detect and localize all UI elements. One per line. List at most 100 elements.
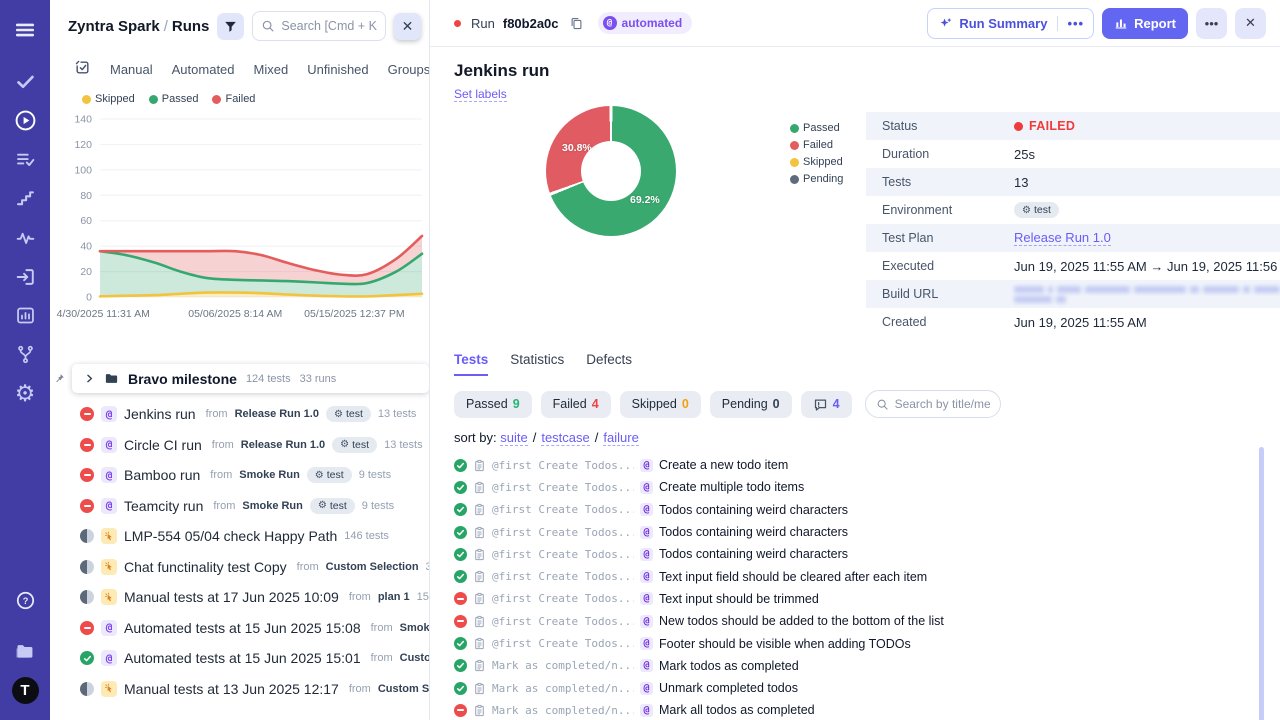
more-actions-button[interactable]: ••• xyxy=(1196,8,1227,39)
tab-automated[interactable]: Automated xyxy=(172,62,235,77)
tab-unfinished[interactable]: Unfinished xyxy=(307,62,368,77)
filter-pill-pending[interactable]: Pending0 xyxy=(710,391,792,418)
run-row[interactable]: Chat functinality test CopyfromCustom Se… xyxy=(50,552,429,583)
env-badge[interactable]: ⚙test xyxy=(1014,202,1059,218)
tests-search-input[interactable] xyxy=(895,397,990,411)
set-labels-link[interactable]: Set labels xyxy=(454,87,507,102)
info-value: Jun 19, 2025 11:55 AM xyxy=(1014,315,1147,330)
sidebar-item-branch[interactable] xyxy=(0,335,50,374)
sidebar-item-test-plans[interactable] xyxy=(0,140,50,179)
sort-link-failure[interactable]: failure xyxy=(603,430,638,446)
filter-pill-skipped[interactable]: Skipped0 xyxy=(620,391,701,418)
run-row[interactable]: Manual tests at 13 Jun 2025 12:17fromCus… xyxy=(50,674,429,705)
run-from-label: from xyxy=(349,683,371,695)
test-title: Todos containing weird characters xyxy=(659,525,848,539)
run-from-name: Custom Selection xyxy=(400,652,429,664)
report-button[interactable]: Report xyxy=(1102,8,1188,39)
test-row[interactable]: Mark as completed/n...@Unmark completed … xyxy=(454,677,1280,699)
test-row[interactable]: @first Create Todos...@Footer should be … xyxy=(454,632,1280,654)
sidebar-item-import[interactable] xyxy=(0,257,50,296)
sidebar-item-help[interactable]: ? xyxy=(0,578,50,622)
select-runs-button[interactable] xyxy=(74,59,91,79)
sidebar-item-logo-testomat[interactable]: T xyxy=(0,671,50,710)
sidebar-item-projects[interactable] xyxy=(0,632,50,671)
run-row[interactable]: Manual tests at 17 Jun 2025 10:09frompla… xyxy=(50,582,429,613)
filter-pill-passed[interactable]: Passed9 xyxy=(454,391,532,418)
test-row[interactable]: @first Create Todos...@Todos containing … xyxy=(454,499,1280,521)
tab-groups[interactable]: Groups xyxy=(388,62,430,77)
sidebar-item-settings[interactable]: ⚙ xyxy=(0,374,50,413)
run-row[interactable]: @Circle CI runfromRelease Run 1.0⚙test13… xyxy=(50,430,429,461)
filter-button[interactable] xyxy=(217,13,244,40)
run-row[interactable]: @Jenkins runfromRelease Run 1.0⚙test13 t… xyxy=(50,399,429,430)
test-row[interactable]: @first Create Todos...@Todos containing … xyxy=(454,543,1280,565)
pill-count: 4 xyxy=(833,397,840,411)
tab-statistics[interactable]: Statistics xyxy=(510,352,564,376)
test-suite-name: @first Create Todos... xyxy=(492,548,634,561)
filter-pill-failed[interactable]: Failed4 xyxy=(541,391,611,418)
test-row[interactable]: Mark as completed/n...@Mark all todos as… xyxy=(454,699,1280,720)
run-from-name: Release Run 1.0 xyxy=(241,439,325,451)
test-row[interactable]: @first Create Todos...@Todos containing … xyxy=(454,521,1280,543)
scrollbar-thumb[interactable] xyxy=(1259,447,1264,720)
test-title: Footer should be visible when adding TOD… xyxy=(659,637,911,651)
runs-search-input[interactable] xyxy=(281,19,377,33)
run-row[interactable]: @Teamcity runfromSmoke Run⚙test9 tests xyxy=(50,491,429,522)
copy-icon[interactable] xyxy=(569,16,584,31)
tab-manual[interactable]: Manual xyxy=(110,62,153,77)
run-row[interactable]: @Bamboo runfromSmoke Run⚙test9 tests xyxy=(50,460,429,491)
automated-badge[interactable]: @ automated xyxy=(598,12,693,34)
sidebar-item-pulse[interactable] xyxy=(0,218,50,257)
info-row-test-plan: Test PlanRelease Run 1.0 xyxy=(866,224,1280,252)
tab-tests[interactable]: Tests xyxy=(454,352,488,376)
run-row[interactable]: LMP-554 05/04 check Happy Path146 tests xyxy=(50,521,429,552)
test-row[interactable]: @first Create Todos...@Create a new todo… xyxy=(454,454,1280,476)
donut-legend-skipped: Skipped xyxy=(790,156,843,168)
test-title: Mark todos as completed xyxy=(659,659,799,673)
run-summary-more-icon[interactable]: ••• xyxy=(1057,16,1093,31)
run-row[interactable]: @Automated tests at 15 Jun 2025 15:01fro… xyxy=(50,643,429,674)
env-badge[interactable]: ⚙test xyxy=(310,498,355,514)
run-summary-button[interactable]: Run Summary ••• xyxy=(927,8,1094,39)
test-row[interactable]: Mark as completed/n...@Mark todos as com… xyxy=(454,655,1280,677)
test-title: Unmark completed todos xyxy=(659,681,798,695)
breadcrumb-project[interactable]: Zyntra Spark xyxy=(68,18,160,35)
tab-defects[interactable]: Defects xyxy=(586,352,632,376)
clipboard-icon xyxy=(473,459,486,472)
tab-mixed[interactable]: Mixed xyxy=(254,62,289,77)
passed-status-icon xyxy=(80,651,94,665)
sidebar-item-steps[interactable] xyxy=(0,179,50,218)
test-suite-name: @first Create Todos... xyxy=(492,459,634,472)
milestone-row-bravo[interactable]: Bravo milestone 124 tests 33 runs xyxy=(72,364,429,393)
sidebar-item-runs[interactable] xyxy=(0,101,50,140)
filter-pill-comments[interactable]: 4 xyxy=(801,391,852,418)
info-label: Tests xyxy=(866,175,1014,189)
sort-link-testcase[interactable]: testcase xyxy=(541,430,589,446)
run-result-donut-chart: 69.2% 30.8% PassedFailedSkippedPending xyxy=(430,106,866,262)
close-run-detail-button[interactable]: ✕ xyxy=(1235,8,1266,39)
env-badge[interactable]: ⚙test xyxy=(307,467,352,483)
sort-link-suite[interactable]: suite xyxy=(500,430,527,446)
donut-legend-passed: Passed xyxy=(790,122,843,134)
test-row[interactable]: @first Create Todos...@New todos should … xyxy=(454,610,1280,632)
projects-icon xyxy=(14,641,36,663)
sidebar-item-tests[interactable] xyxy=(0,62,50,101)
automated-test-icon: @ xyxy=(640,481,653,494)
automated-icon: @ xyxy=(603,16,617,30)
sidebar-item-menu[interactable] xyxy=(0,8,50,52)
test-row[interactable]: @first Create Todos...@Text input field … xyxy=(454,565,1280,587)
menu-icon xyxy=(14,19,36,41)
test-row[interactable]: @first Create Todos...@Text input should… xyxy=(454,588,1280,610)
test-row[interactable]: @first Create Todos...@Create multiple t… xyxy=(454,476,1280,498)
close-runs-panel-button[interactable]: ✕ xyxy=(394,13,421,40)
run-row[interactable]: @Automated tests at 15 Jun 2025 15:08fro… xyxy=(50,613,429,644)
test-plan-link[interactable]: Release Run 1.0 xyxy=(1014,230,1111,246)
env-badge[interactable]: ⚙test xyxy=(326,406,371,422)
chevron-right-icon[interactable] xyxy=(84,373,95,384)
test-title: Text input should be trimmed xyxy=(659,592,819,606)
info-label: Test Plan xyxy=(866,231,1014,245)
sidebar-item-analytics[interactable] xyxy=(0,296,50,335)
breadcrumb-page[interactable]: Runs xyxy=(172,18,210,35)
gear-icon: ⚙ xyxy=(334,409,343,420)
env-badge[interactable]: ⚙test xyxy=(332,437,377,453)
